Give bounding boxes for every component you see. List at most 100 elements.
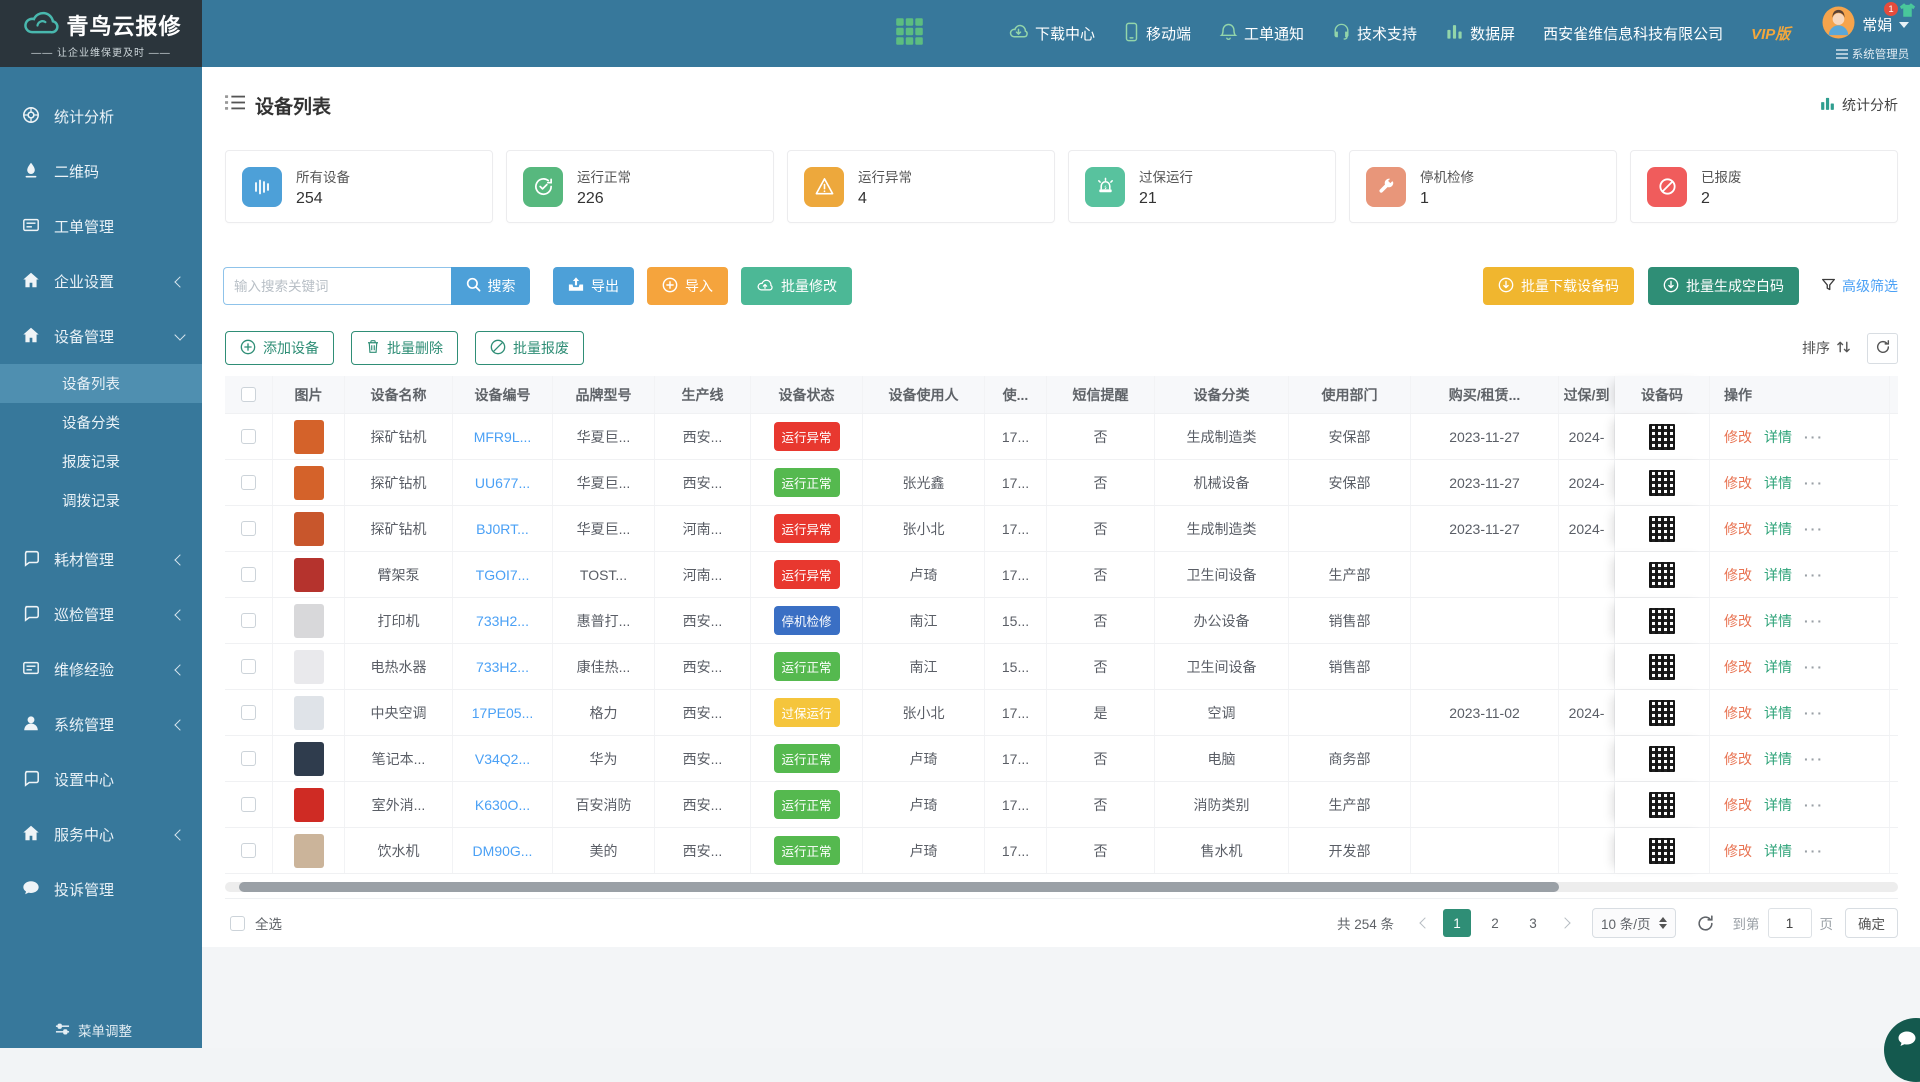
device-code-link[interactable]: V34Q2... (475, 751, 530, 767)
device-code-link[interactable]: 733H2... (476, 659, 529, 675)
corner-notification[interactable]: 1 (1884, 2, 1916, 23)
qr-code-image[interactable] (1649, 746, 1675, 772)
select-all-checkbox[interactable] (230, 916, 245, 931)
row-checkbox[interactable] (241, 429, 256, 444)
device-thumbnail[interactable] (294, 788, 324, 822)
device-code-link[interactable]: UU677... (475, 475, 530, 491)
row-checkbox[interactable] (241, 521, 256, 536)
confirm-goto-button[interactable]: 确定 (1845, 908, 1898, 938)
device-code-link[interactable]: K630O... (475, 797, 530, 813)
sidebar-subitem-transfer-record[interactable]: 调拨记录 (0, 481, 202, 520)
row-checkbox[interactable] (241, 751, 256, 766)
sort-toggle[interactable]: 排序 (1802, 338, 1851, 358)
sidebar-item-workorder[interactable]: 工单管理 (0, 199, 202, 254)
sidebar-subitem-device-list[interactable]: 设备列表 (0, 364, 202, 403)
detail-link[interactable]: 详情 (1764, 749, 1792, 769)
more-actions-link[interactable]: ··· (1804, 613, 1824, 629)
horizontal-scrollbar-track[interactable] (225, 882, 1898, 892)
qr-code-image[interactable] (1649, 654, 1675, 680)
goto-page-input[interactable] (1768, 908, 1812, 938)
sidebar-item-device[interactable]: 设备管理 (0, 309, 202, 364)
import-button[interactable]: 导入 (647, 267, 728, 305)
page-button-1[interactable]: 1 (1443, 909, 1471, 937)
device-thumbnail[interactable] (294, 696, 324, 730)
search-input[interactable] (223, 267, 451, 305)
sidebar-subitem-device-category[interactable]: 设备分类 (0, 403, 202, 442)
add-device-button[interactable]: 添加设备 (225, 331, 334, 365)
edit-link[interactable]: 修改 (1724, 519, 1752, 539)
stat-card-all[interactable]: 所有设备254 (225, 150, 493, 223)
stats-analysis-link[interactable]: 统计分析 (1819, 95, 1898, 115)
nav-download-center[interactable]: 下载中心 (1008, 21, 1095, 46)
device-thumbnail[interactable] (294, 742, 324, 776)
prev-page-button[interactable] (1412, 910, 1438, 936)
sidebar-item-repair-exp[interactable]: 维修经验 (0, 642, 202, 697)
sidebar-item-settings[interactable]: 设置中心 (0, 752, 202, 807)
sidebar-item-stats[interactable]: 统计分析 (0, 89, 202, 144)
edit-link[interactable]: 修改 (1724, 749, 1752, 769)
qr-code-image[interactable] (1649, 516, 1675, 542)
qr-code-image[interactable] (1649, 562, 1675, 588)
detail-link[interactable]: 详情 (1764, 841, 1792, 861)
edit-link[interactable]: 修改 (1724, 795, 1752, 815)
more-actions-link[interactable]: ··· (1804, 751, 1824, 767)
stat-card-scrapped[interactable]: 已报废2 (1630, 150, 1898, 223)
sidebar-item-consumables[interactable]: 耗材管理 (0, 532, 202, 587)
edit-link[interactable]: 修改 (1724, 565, 1752, 585)
more-actions-link[interactable]: ··· (1804, 429, 1824, 445)
qr-code-image[interactable] (1649, 608, 1675, 634)
edit-link[interactable]: 修改 (1724, 657, 1752, 677)
more-actions-link[interactable]: ··· (1804, 797, 1824, 813)
page-button-2[interactable]: 2 (1481, 909, 1509, 937)
detail-link[interactable]: 详情 (1764, 519, 1792, 539)
row-checkbox[interactable] (241, 475, 256, 490)
detail-link[interactable]: 详情 (1764, 657, 1792, 677)
sidebar-item-service[interactable]: 服务中心 (0, 807, 202, 862)
edit-link[interactable]: 修改 (1724, 703, 1752, 723)
page-button-3[interactable]: 3 (1519, 909, 1547, 937)
device-thumbnail[interactable] (294, 558, 324, 592)
device-code-link[interactable]: 733H2... (476, 613, 529, 629)
sidebar-item-inspection[interactable]: 巡检管理 (0, 587, 202, 642)
edit-link[interactable]: 修改 (1724, 611, 1752, 631)
stat-card-maintenance[interactable]: 停机检修1 (1349, 150, 1617, 223)
device-code-link[interactable]: TGOI7... (476, 567, 530, 583)
refresh-table-button[interactable] (1867, 333, 1898, 364)
device-code-link[interactable]: DM90G... (473, 843, 533, 859)
batch-generate-blank-codes-button[interactable]: 批量生成空白码 (1648, 267, 1799, 305)
detail-link[interactable]: 详情 (1764, 611, 1792, 631)
detail-link[interactable]: 详情 (1764, 795, 1792, 815)
batch-scrap-button[interactable]: 批量报废 (475, 331, 584, 365)
stat-card-normal[interactable]: 运行正常226 (506, 150, 774, 223)
nav-mobile[interactable]: 移动端 (1123, 22, 1191, 46)
batch-edit-button[interactable]: 批量修改 (741, 267, 852, 305)
device-thumbnail[interactable] (294, 512, 324, 546)
row-checkbox[interactable] (241, 705, 256, 720)
detail-link[interactable]: 详情 (1764, 703, 1792, 723)
sidebar-subitem-scrap-record[interactable]: 报废记录 (0, 442, 202, 481)
menu-adjust-button[interactable]: 菜单调整 (55, 1020, 132, 1040)
vip-badge[interactable]: VIP版 (1751, 23, 1790, 44)
next-page-button[interactable] (1552, 910, 1578, 936)
qr-code-image[interactable] (1649, 470, 1675, 496)
row-checkbox[interactable] (241, 567, 256, 582)
row-checkbox[interactable] (241, 797, 256, 812)
horizontal-scrollbar-thumb[interactable] (239, 882, 1559, 892)
detail-link[interactable]: 详情 (1764, 565, 1792, 585)
more-actions-link[interactable]: ··· (1804, 705, 1824, 721)
per-page-select[interactable]: 10 条/页 (1592, 908, 1676, 938)
detail-link[interactable]: 详情 (1764, 427, 1792, 447)
qr-code-image[interactable] (1649, 792, 1675, 818)
nav-workorder-notice[interactable]: 工单通知 (1219, 22, 1304, 46)
row-checkbox[interactable] (241, 613, 256, 628)
batch-delete-button[interactable]: 批量删除 (351, 331, 458, 365)
select-all-header-checkbox[interactable] (241, 387, 256, 402)
device-code-link[interactable]: BJ0RT... (476, 521, 529, 537)
more-actions-link[interactable]: ··· (1804, 659, 1824, 675)
sidebar-item-complaint[interactable]: 投诉管理 (0, 862, 202, 917)
company-name[interactable]: 西安雀维信息科技有限公司 (1543, 23, 1723, 44)
app-logo[interactable]: 青鸟云报修 —— 让企业维保更及时 —— (0, 0, 202, 67)
batch-download-codes-button[interactable]: 批量下载设备码 (1483, 267, 1634, 305)
edit-link[interactable]: 修改 (1724, 473, 1752, 493)
more-actions-link[interactable]: ··· (1804, 843, 1824, 859)
